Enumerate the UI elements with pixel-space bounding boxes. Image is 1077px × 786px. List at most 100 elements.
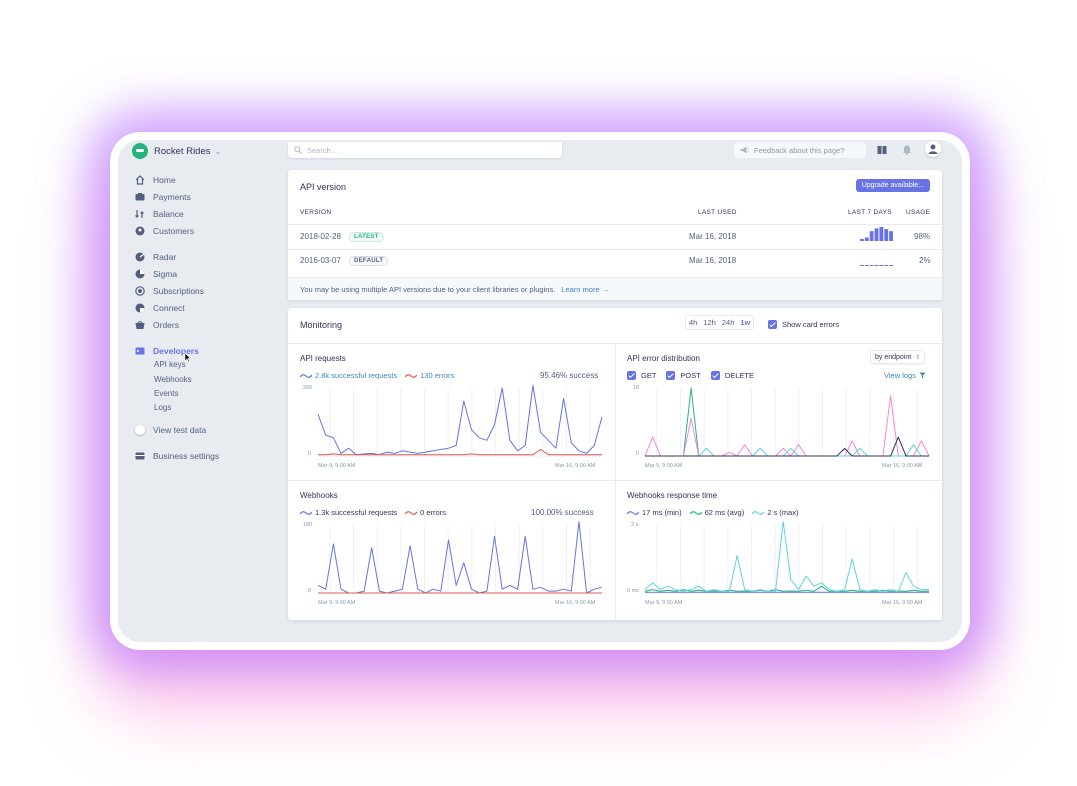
y-min-label: 0 xyxy=(308,451,312,457)
range-1w[interactable]: 1w xyxy=(737,318,753,327)
sidebar-item-label: Home xyxy=(153,175,176,185)
show-card-errors-checkbox[interactable]: Show card errors xyxy=(768,320,839,329)
legend-line-icon xyxy=(300,373,312,378)
bell-icon[interactable] xyxy=(902,145,912,155)
sidebar-item-label: Radar xyxy=(153,252,177,262)
legend-line-icon xyxy=(405,510,418,515)
business-settings-icon xyxy=(135,452,145,460)
sidebar-subitem-events[interactable]: Events xyxy=(154,389,178,398)
legend-success[interactable]: 2.8k successful requests xyxy=(315,371,397,380)
sidebar-item-sigma[interactable]: Sigma xyxy=(135,267,177,281)
home-icon xyxy=(135,175,145,185)
sidebar-item-subscriptions[interactable]: Subscriptions xyxy=(135,284,204,298)
success-rate: 100.00% success xyxy=(531,508,594,517)
subscriptions-icon xyxy=(135,286,145,296)
brand-logo-icon xyxy=(132,143,148,159)
sparkline-bar xyxy=(860,265,864,266)
usage-value: 2% xyxy=(919,256,931,265)
sidebar-subitem-webhooks[interactable]: Webhooks xyxy=(154,375,192,384)
range-12h[interactable]: 12h xyxy=(700,318,719,327)
x-end-label: Mar 16, 9:00 AM xyxy=(555,600,596,606)
show-card-errors-label: Show card errors xyxy=(782,320,840,329)
time-range-selector[interactable]: 4h 12h 24h 1w xyxy=(685,315,755,330)
usage-sparkline xyxy=(860,265,893,266)
docs-icon[interactable] xyxy=(877,145,887,155)
megaphone-icon xyxy=(740,146,749,154)
column-header-usage: USAGE xyxy=(906,209,931,216)
api-version-card: API version Upgrade available... VERSION… xyxy=(288,170,942,300)
api-requests-chart xyxy=(317,384,603,457)
sidebar-item-orders[interactable]: Orders xyxy=(135,318,179,332)
divider xyxy=(288,480,942,481)
search-input[interactable]: Search... xyxy=(288,142,562,158)
x-start-label: Mar 9, 9:00 AM xyxy=(645,463,683,469)
legend-min[interactable]: 17 ms (min) xyxy=(642,508,682,517)
y-min-label: 0 xyxy=(308,588,312,594)
webhooks-legend: 1.3k successful requests 0 errors xyxy=(300,508,446,517)
response-time-chart xyxy=(644,521,930,594)
method-filters: GET POST DELETE xyxy=(627,371,754,380)
user-icon xyxy=(928,144,938,154)
chevron-down-icon: ⌄ xyxy=(214,146,222,156)
delete-checkbox[interactable] xyxy=(710,371,720,380)
y-min-label: 0 ms xyxy=(627,588,639,594)
sparkline-bar xyxy=(879,265,884,266)
series-line xyxy=(645,444,929,457)
learn-more-link[interactable]: Learn more → xyxy=(561,285,609,294)
legend-line-icon xyxy=(689,510,702,515)
legend-max[interactable]: 2 s (max) xyxy=(767,508,798,517)
y-max-label: 260 xyxy=(303,385,313,391)
sidebar-item-balance[interactable]: Balance xyxy=(135,207,184,221)
feedback-label: Feedback about this page? xyxy=(754,145,845,155)
sidebar-item-connect[interactable]: Connect xyxy=(135,301,185,315)
series-line xyxy=(644,395,930,457)
webhooks-chart xyxy=(317,521,603,594)
webhooks-title: Webhooks xyxy=(300,491,338,500)
radar-icon xyxy=(135,252,145,262)
dashboard-screen: Rocket Rides ⌄ Home Payments Balance Cus… xyxy=(118,140,962,642)
search-icon xyxy=(294,146,302,154)
legend-errors[interactable]: 0 errors xyxy=(420,508,446,517)
account-switcher[interactable]: Rocket Rides ⌄ xyxy=(132,142,221,160)
x-end-label: Mar 16, 9:00 AM xyxy=(882,463,923,469)
legend-avg[interactable]: 62 ms (avg) xyxy=(705,508,745,517)
version-link[interactable]: 2016-03-07 xyxy=(300,256,341,265)
post-label: POST xyxy=(680,371,701,380)
sidebar-item-label: Orders xyxy=(153,320,179,330)
legend-errors[interactable]: 130 errors xyxy=(420,371,454,380)
sidebar-item-label: Customers xyxy=(153,226,195,236)
range-4h[interactable]: 4h xyxy=(686,318,700,327)
sidebar-item-label: Balance xyxy=(153,209,184,219)
feedback-button[interactable]: Feedback about this page? xyxy=(734,142,866,158)
range-24h[interactable]: 24h xyxy=(719,318,738,327)
view-logs-link[interactable]: View logs xyxy=(884,371,926,380)
balance-icon xyxy=(135,210,144,218)
post-checkbox[interactable] xyxy=(666,371,676,380)
usage-value: 98% xyxy=(914,232,931,241)
sidebar-item-business-settings[interactable]: Business settings xyxy=(135,449,219,463)
get-checkbox[interactable] xyxy=(627,371,636,380)
sidebar-item-radar[interactable]: Radar xyxy=(135,250,176,264)
get-label: GET xyxy=(641,371,657,380)
sidebar-item-label: Business settings xyxy=(153,451,220,461)
sparkline-bar xyxy=(884,265,889,266)
view-test-data-label: View test data xyxy=(153,425,207,435)
sidebar-subitem-api-keys[interactable]: API keys xyxy=(154,360,186,369)
sparkline-bar xyxy=(889,265,893,266)
sidebar-subitem-logs[interactable]: Logs xyxy=(154,403,171,412)
sidebar-item-home[interactable]: Home xyxy=(135,173,176,187)
view-test-data-toggle[interactable]: View test data xyxy=(135,423,206,437)
legend-line-icon xyxy=(627,510,639,515)
y-max-label: 2 s xyxy=(631,522,639,528)
version-link[interactable]: 2018-02-28 xyxy=(300,232,341,241)
endpoint-select[interactable]: by endpoint ⇕ xyxy=(870,350,926,364)
sparkline-bar xyxy=(874,265,879,266)
default-badge: DEFAULT xyxy=(349,256,389,266)
legend-success[interactable]: 1.3k successful requests xyxy=(315,508,397,517)
avatar[interactable] xyxy=(925,141,941,157)
sparkline-bar xyxy=(884,229,889,241)
sidebar-item-payments[interactable]: Payments xyxy=(135,190,191,204)
api-requests-title: API requests xyxy=(300,354,346,363)
sidebar-item-customers[interactable]: Customers xyxy=(135,224,194,238)
upgrade-button[interactable]: Upgrade available... xyxy=(855,179,930,192)
